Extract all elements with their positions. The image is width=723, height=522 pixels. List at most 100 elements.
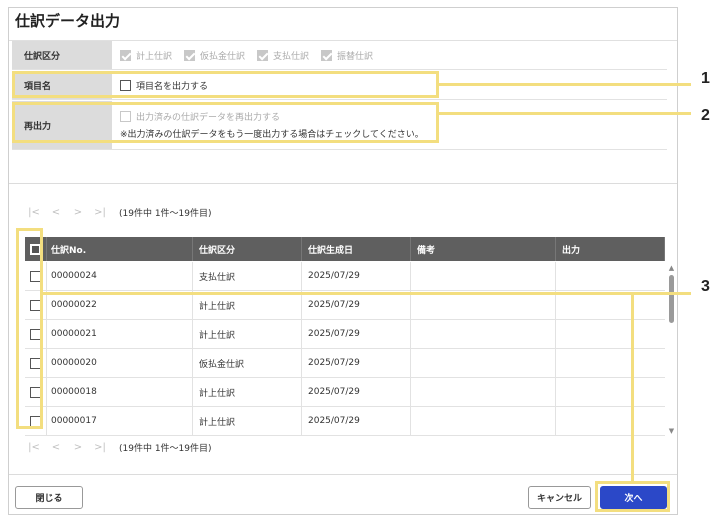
row-checkbox[interactable] bbox=[30, 415, 41, 427]
record-count: (19件中 1件～19件目) bbox=[119, 444, 212, 454]
row-checkbox-cell bbox=[25, 262, 47, 290]
table-row[interactable]: 00000018 計上仕訳 2025/07/29 bbox=[25, 378, 665, 407]
disabled-checked-checkbox bbox=[257, 49, 269, 61]
last-page-button[interactable]: >| bbox=[89, 442, 111, 453]
journal-type-label: 仕訳区分 bbox=[12, 41, 112, 69]
column-header-type[interactable]: 仕訳区分 bbox=[193, 237, 302, 261]
row-checkbox-cell bbox=[25, 349, 47, 377]
cell-remarks bbox=[411, 291, 556, 319]
cell-no: 00000022 bbox=[47, 291, 193, 319]
journal-type-values: 計上仕訳 仮払金仕訳 支払仕訳 振替仕訳 bbox=[112, 41, 667, 69]
reoutput-row: 再出力 出力済みの仕訳データを再出力する ※出力済みの仕訳データをもう一度出力す… bbox=[12, 101, 667, 150]
footer-divider bbox=[9, 474, 677, 475]
reoutput-checkbox-label: 出力済みの仕訳データを再出力する bbox=[136, 113, 281, 123]
cell-output bbox=[556, 407, 665, 435]
close-button[interactable]: 閉じる bbox=[15, 486, 83, 509]
cell-date: 2025/07/29 bbox=[302, 291, 411, 319]
pager-bottom: |< < > >| (19件中 1件～19件目) bbox=[23, 441, 212, 454]
scrollbar-thumb[interactable] bbox=[669, 275, 674, 323]
dialog-title: 仕訳データ出力 bbox=[15, 12, 121, 30]
row-checkbox[interactable] bbox=[30, 386, 41, 398]
cell-remarks bbox=[411, 262, 556, 290]
reoutput-values: 出力済みの仕訳データを再出力する ※出力済みの仕訳データをもう一度出力する場合は… bbox=[112, 101, 667, 149]
table-row[interactable]: 00000022 計上仕訳 2025/07/29 bbox=[25, 291, 665, 320]
cell-output bbox=[556, 378, 665, 406]
cell-remarks bbox=[411, 407, 556, 435]
reoutput-option: 出力済みの仕訳データを再出力する bbox=[120, 110, 280, 123]
cell-date: 2025/07/29 bbox=[302, 349, 411, 377]
cell-no: 00000024 bbox=[47, 262, 193, 290]
triangle-down-icon[interactable]: ▼ bbox=[667, 427, 676, 435]
next-page-button[interactable]: > bbox=[67, 207, 89, 218]
row-checkbox[interactable] bbox=[30, 299, 41, 311]
cell-type: 仮払金仕訳 bbox=[193, 349, 302, 377]
cell-remarks bbox=[411, 320, 556, 348]
row-checkbox-cell bbox=[25, 407, 47, 435]
cell-output bbox=[556, 349, 665, 377]
disabled-checked-checkbox bbox=[184, 49, 196, 61]
row-checkbox-cell bbox=[25, 320, 47, 348]
column-header-no[interactable]: 仕訳No. bbox=[47, 237, 193, 261]
cell-type: 計上仕訳 bbox=[193, 320, 302, 348]
item-name-label: 項目名 bbox=[12, 71, 112, 99]
row-checkbox[interactable] bbox=[30, 270, 41, 282]
cell-no: 00000018 bbox=[47, 378, 193, 406]
journal-type-option: 支払仕訳 bbox=[257, 49, 309, 62]
prev-page-button[interactable]: < bbox=[45, 207, 67, 218]
triangle-up-icon[interactable]: ▲ bbox=[667, 264, 676, 272]
prev-page-button[interactable]: < bbox=[45, 442, 67, 453]
journal-type-row: 仕訳区分 計上仕訳 仮払金仕訳 支払仕訳 振替仕訳 bbox=[12, 41, 667, 70]
item-name-checkbox-label[interactable]: 項目名を出力する bbox=[136, 79, 208, 92]
row-checkbox[interactable] bbox=[30, 357, 41, 369]
last-page-button[interactable]: >| bbox=[89, 207, 111, 218]
table-row[interactable]: 00000021 計上仕訳 2025/07/29 bbox=[25, 320, 665, 349]
table-row[interactable]: 00000020 仮払金仕訳 2025/07/29 bbox=[25, 349, 665, 378]
select-all-cell bbox=[25, 237, 47, 261]
next-page-button[interactable]: > bbox=[67, 442, 89, 453]
journal-type-option: 振替仕訳 bbox=[321, 49, 373, 62]
row-checkbox-cell bbox=[25, 378, 47, 406]
cell-output bbox=[556, 320, 665, 348]
options-panel: 仕訳区分 計上仕訳 仮払金仕訳 支払仕訳 振替仕訳 項目名 項目名を出力する 再… bbox=[12, 41, 667, 150]
journal-type-option: 計上仕訳 bbox=[120, 49, 172, 62]
cell-date: 2025/07/29 bbox=[302, 262, 411, 290]
cancel-button[interactable]: キャンセル bbox=[528, 486, 591, 509]
row-checkbox-cell bbox=[25, 291, 47, 319]
cell-date: 2025/07/29 bbox=[302, 378, 411, 406]
column-header-date[interactable]: 仕訳生成日 bbox=[302, 237, 411, 261]
cell-no: 00000020 bbox=[47, 349, 193, 377]
grid-scrollbar[interactable]: ▲ ▼ bbox=[667, 262, 676, 437]
cell-remarks bbox=[411, 378, 556, 406]
select-all-checkbox[interactable] bbox=[30, 243, 41, 255]
item-name-values: 項目名を出力する bbox=[112, 71, 667, 99]
reoutput-note: ※出力済みの仕訳データをもう一度出力する場合はチェックしてください。 bbox=[120, 130, 424, 140]
disabled-checked-checkbox bbox=[321, 49, 333, 61]
item-name-checkbox[interactable] bbox=[120, 79, 131, 91]
cell-no: 00000021 bbox=[47, 320, 193, 348]
cell-output bbox=[556, 291, 665, 319]
grid-body[interactable]: 00000024 支払仕訳 2025/07/29 00000022 計上仕訳 2… bbox=[25, 262, 665, 437]
first-page-button[interactable]: |< bbox=[23, 442, 45, 453]
cell-type: 支払仕訳 bbox=[193, 262, 302, 290]
cell-type: 計上仕訳 bbox=[193, 407, 302, 435]
section-divider bbox=[9, 183, 677, 184]
cell-date: 2025/07/29 bbox=[302, 320, 411, 348]
journal-type-option: 仮払金仕訳 bbox=[184, 49, 245, 62]
column-header-output[interactable]: 出力 bbox=[556, 237, 665, 261]
record-count: (19件中 1件～19件目) bbox=[119, 209, 212, 219]
item-name-row: 項目名 項目名を出力する bbox=[12, 71, 667, 100]
row-checkbox[interactable] bbox=[30, 328, 41, 340]
next-button[interactable]: 次へ bbox=[600, 486, 667, 509]
journal-grid: 仕訳No. 仕訳区分 仕訳生成日 備考 出力 00000024 支払仕訳 202… bbox=[25, 237, 676, 437]
disabled-checked-checkbox bbox=[120, 49, 131, 61]
table-row[interactable]: 00000024 支払仕訳 2025/07/29 bbox=[25, 262, 665, 291]
cell-no: 00000017 bbox=[47, 407, 193, 435]
reoutput-label: 再出力 bbox=[12, 101, 112, 149]
column-header-remarks[interactable]: 備考 bbox=[411, 237, 556, 261]
pager-top: |< < > >| (19件中 1件～19件目) bbox=[23, 206, 212, 219]
cell-date: 2025/07/29 bbox=[302, 407, 411, 435]
table-row[interactable]: 00000017 計上仕訳 2025/07/29 bbox=[25, 407, 665, 436]
first-page-button[interactable]: |< bbox=[23, 207, 45, 218]
callout-number-2: 2 bbox=[701, 107, 710, 124]
journal-export-dialog: 仕訳データ出力 仕訳区分 計上仕訳 仮払金仕訳 支払仕訳 振替仕訳 項目名 項目… bbox=[8, 7, 678, 515]
